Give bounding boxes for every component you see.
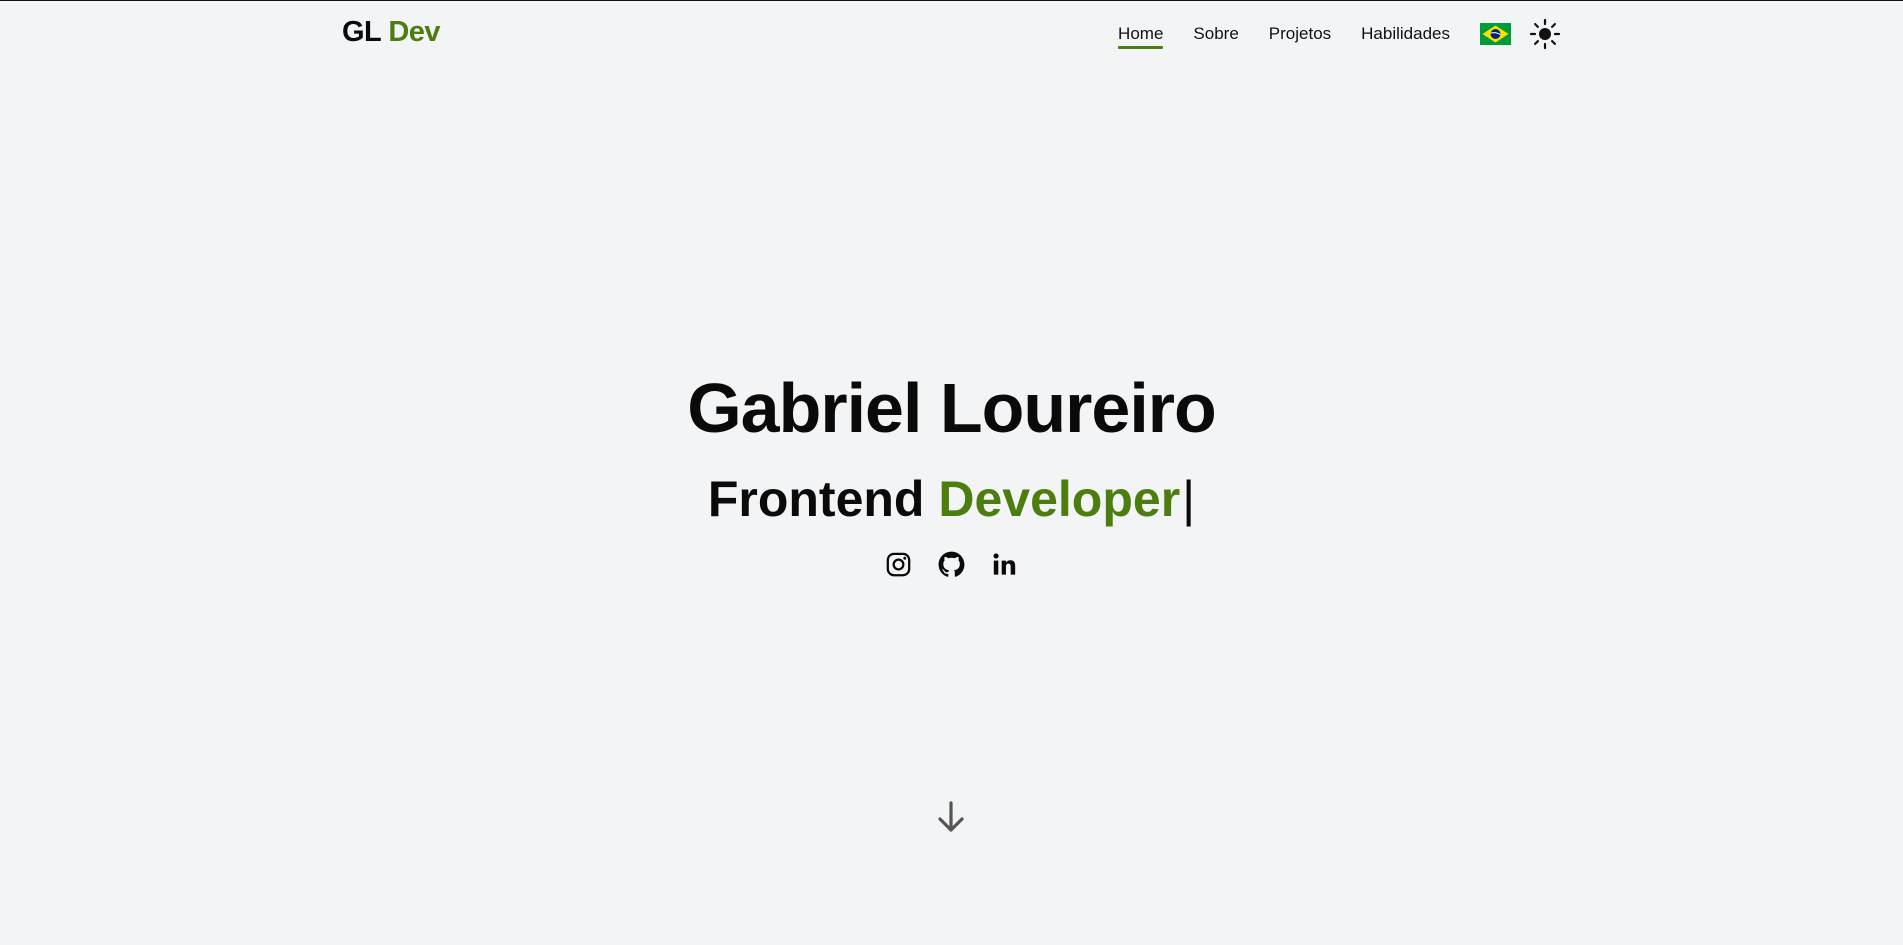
nav-link-habilidades[interactable]: Habilidades: [1361, 20, 1450, 48]
sun-icon[interactable]: [1529, 18, 1561, 50]
logo-accent: Dev: [388, 16, 441, 48]
instagram-icon[interactable]: [885, 551, 912, 578]
arrow-down-icon[interactable]: [935, 800, 967, 834]
brazil-flag-icon[interactable]: [1480, 23, 1511, 45]
site-logo[interactable]: GL Dev: [342, 16, 441, 49]
linkedin-icon[interactable]: [991, 551, 1018, 578]
nav-link-home[interactable]: Home: [1118, 20, 1164, 49]
site-header: GL Dev Home Sobre Projetos Habilidades: [0, 0, 1903, 68]
social-links: [0, 551, 1903, 578]
hero-role-primary: Frontend: [707, 471, 925, 527]
logo-primary: GL: [342, 16, 381, 48]
typing-cursor: |: [1182, 471, 1196, 527]
hero-role: Frontend Developer|: [0, 470, 1903, 528]
hero-name: Gabriel Loureiro: [687, 369, 1217, 447]
main-nav: Home Sobre Projetos Habilidades: [1118, 14, 1561, 54]
github-icon[interactable]: [938, 551, 965, 578]
hero-role-accent: Developer: [938, 471, 1181, 527]
nav-link-projetos[interactable]: Projetos: [1269, 20, 1331, 48]
nav-link-sobre[interactable]: Sobre: [1193, 20, 1238, 48]
